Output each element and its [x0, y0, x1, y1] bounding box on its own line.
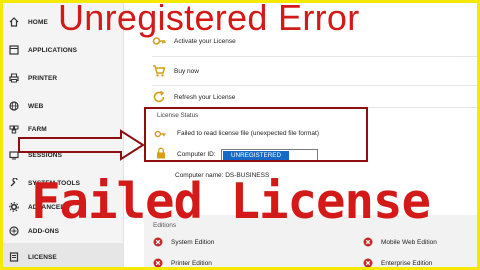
app-window: HOME APPLICATIONS PRINTER WEB FARM SESSI…: [3, 3, 477, 267]
overlay-banner: Failed License: [31, 173, 431, 230]
overlay-title: Unregistered Error: [58, 3, 360, 38]
